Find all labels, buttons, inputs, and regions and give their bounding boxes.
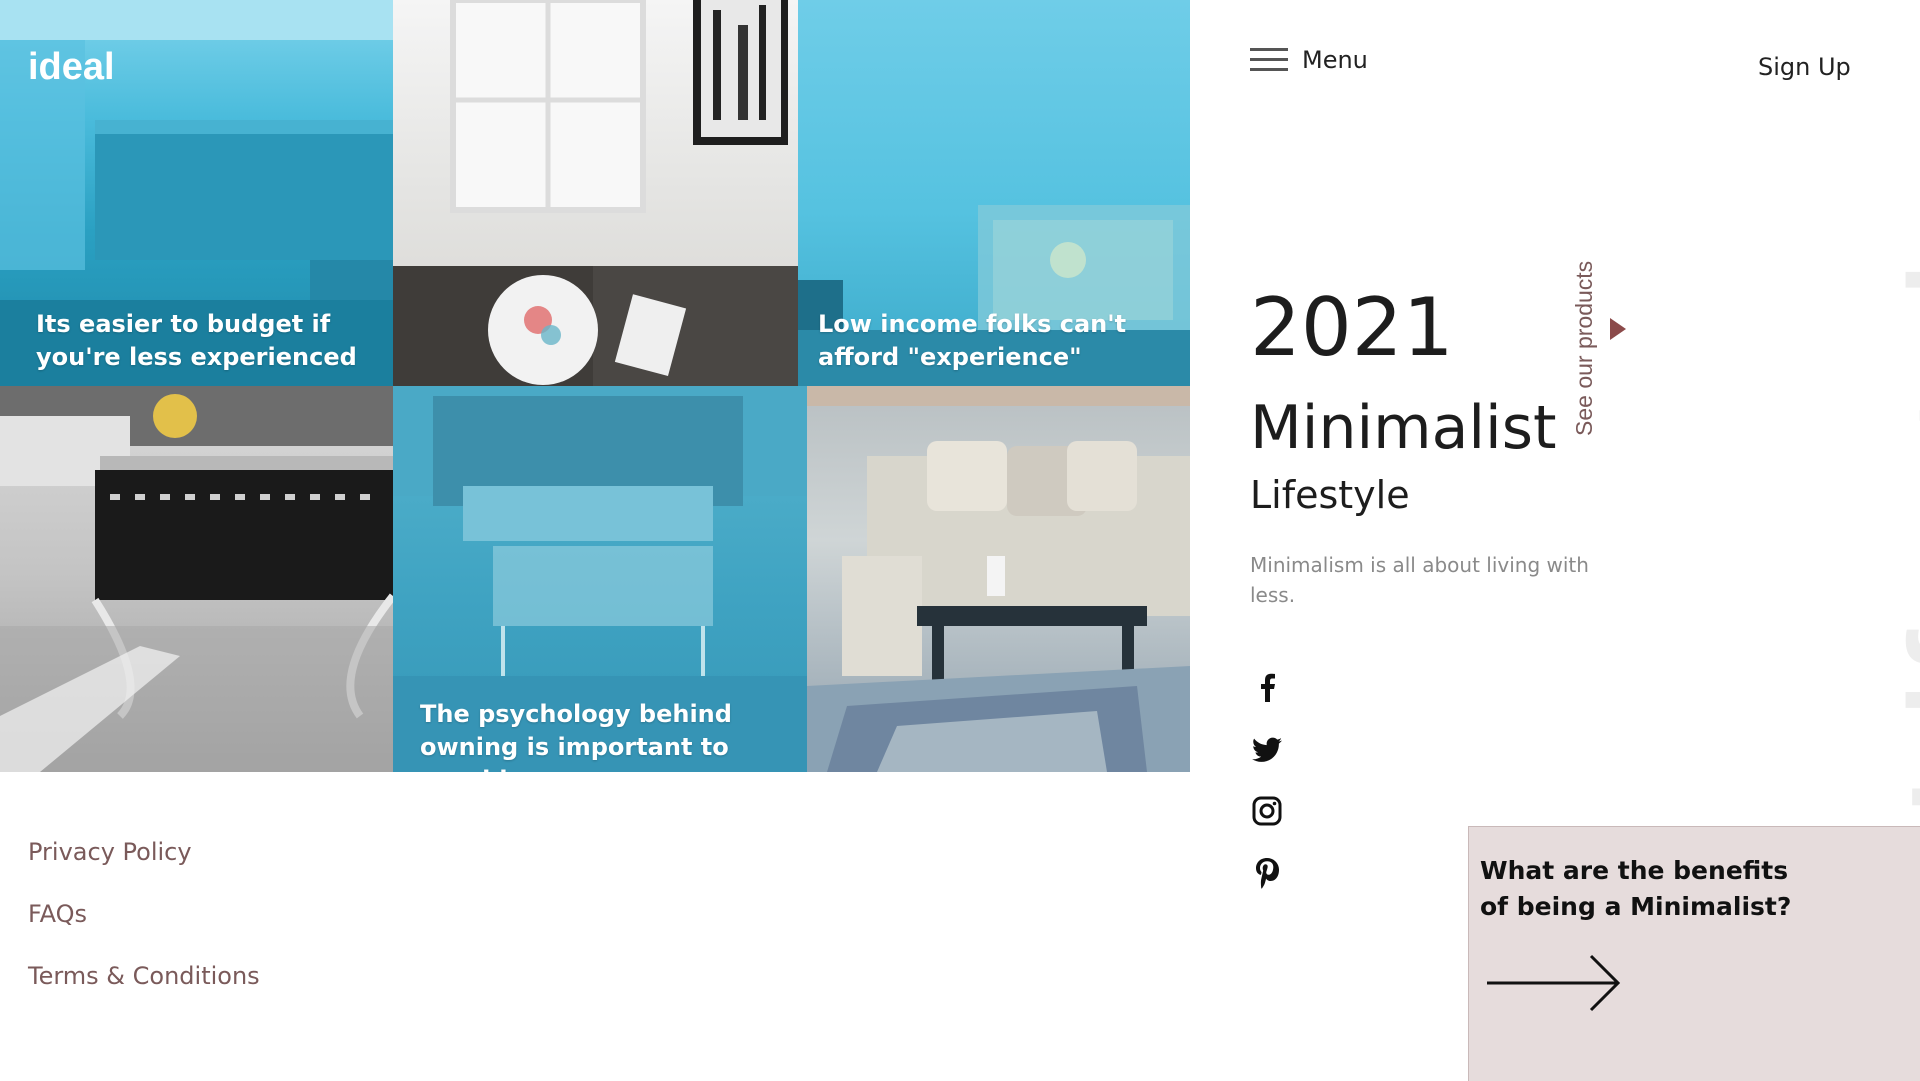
arrow-right-icon[interactable] xyxy=(1485,953,1625,1013)
terms-conditions-link[interactable]: Terms & Conditions xyxy=(28,962,260,990)
photo-grid: Its easier to budget if you're less expe… xyxy=(0,0,1190,772)
room-photo xyxy=(807,386,1190,772)
privacy-policy-link[interactable]: Privacy Policy xyxy=(28,838,192,866)
faqs-link[interactable]: FAQs xyxy=(28,900,87,928)
benefits-card-title: What are the benefits of being a Minimal… xyxy=(1480,856,1792,921)
brand-logo[interactable]: ideal xyxy=(28,46,115,89)
room-photo xyxy=(393,0,798,386)
pinterest-icon[interactable] xyxy=(1250,857,1284,891)
room-photo xyxy=(0,386,393,772)
instagram-icon[interactable] xyxy=(1250,794,1284,828)
facebook-icon[interactable] xyxy=(1250,670,1284,704)
photo-tile-window xyxy=(393,0,798,386)
photo-tile-sofa xyxy=(807,386,1190,772)
hero-description: Minimalism is all about living with less… xyxy=(1250,553,1589,607)
hero-year: 2021 xyxy=(1250,281,1454,374)
hero-title: Minimalist xyxy=(1250,393,1557,463)
hero-subtitle: Lifestyle xyxy=(1250,473,1410,517)
article-tile-income[interactable]: Low income folks can't afford "experienc… xyxy=(798,0,1190,386)
article-tile-psychology[interactable]: The psychology behind owning is importan… xyxy=(393,386,807,772)
menu-label: Menu xyxy=(1302,46,1368,74)
photo-tile-bench xyxy=(0,386,393,772)
play-arrow-icon[interactable] xyxy=(1610,318,1628,340)
twitter-icon[interactable] xyxy=(1250,733,1284,767)
menu-button[interactable]: Menu xyxy=(1250,46,1368,74)
hamburger-icon xyxy=(1250,48,1288,71)
tile-caption: The psychology behind owning is importan… xyxy=(420,700,732,772)
tile-caption: Its easier to budget if you're less expe… xyxy=(36,310,357,371)
tile-caption: Low income folks can't afford "experienc… xyxy=(818,310,1127,371)
see-products-link[interactable]: See our products xyxy=(1571,261,1598,436)
benefits-card[interactable]: What are the benefits of being a Minimal… xyxy=(1468,826,1920,1081)
sign-up-link[interactable]: Sign Up xyxy=(1758,53,1851,81)
lifestyle-watermark: Lifestyle xyxy=(1874,159,1920,820)
